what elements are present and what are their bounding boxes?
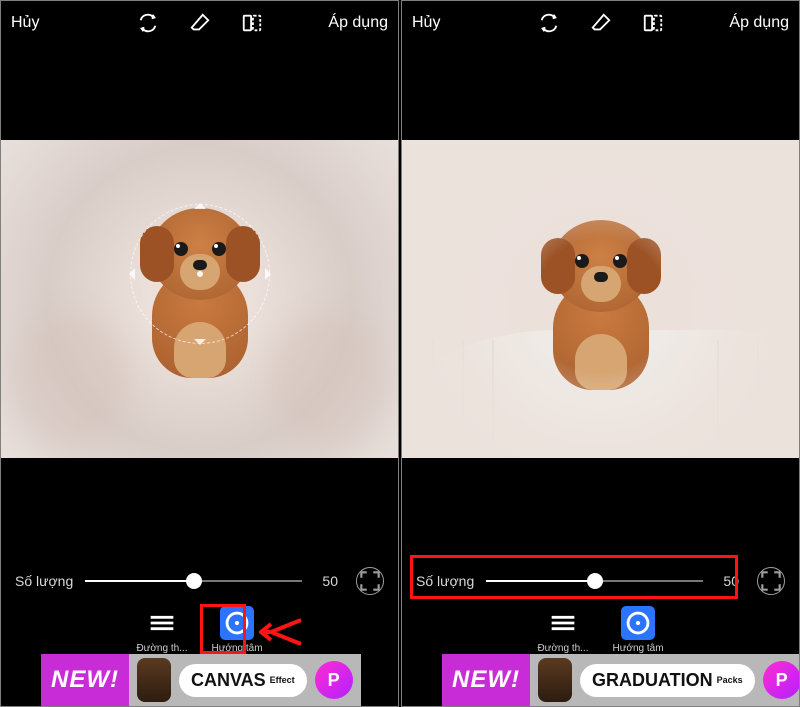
annotation-highlight-tool [200,604,246,654]
compare-icon[interactable] [642,12,664,34]
ad-banner[interactable]: NEW! CANVAS Effect P [41,654,378,706]
linear-blur-tool[interactable]: Đường th... [537,606,588,658]
ad-person-icon [538,658,572,702]
blur-type-toolbar: Đường th... Hướng tâm [402,604,799,658]
radial-vignette [402,140,799,458]
reset-icon[interactable] [137,12,159,34]
cancel-button[interactable]: Hủy [11,14,39,32]
eraser-icon[interactable] [189,12,211,34]
radial-blur-tool[interactable]: Hướng tâm [613,606,664,658]
image-canvas[interactable] [1,140,398,458]
top-bar: Hủy Áp dụng [402,1,799,45]
linear-blur-tool[interactable]: Đường th... [136,606,187,658]
linear-tool-label: Đường th... [537,643,588,654]
amount-slider-row: Số lượng 50 [1,558,398,604]
ad-new-badge: NEW! [442,654,530,706]
radial-tool-label: Hướng tâm [613,643,664,654]
compare-icon[interactable] [241,12,263,34]
screenshot-right: Hủy Áp dụng Số lượng 50 [401,0,800,707]
radial-focus-overlay[interactable] [130,204,270,344]
picsart-logo-icon: P [315,661,353,699]
image-canvas[interactable] [402,140,799,458]
amount-label: Số lượng [15,573,73,589]
ad-title-pill: GRADUATION Packs [580,664,755,697]
eraser-icon[interactable] [590,12,612,34]
ad-title-pill: CANVAS Effect [179,664,307,697]
linear-tool-label: Đường th... [136,643,187,654]
ad-new-badge: NEW! [41,654,129,706]
annotation-arrow-icon [259,614,303,650]
ad-banner[interactable]: NEW! GRADUATION Packs P [442,654,779,706]
reset-icon[interactable] [538,12,560,34]
fullscreen-icon[interactable] [757,567,785,595]
annotation-highlight-slider [410,555,738,599]
apply-button[interactable]: Áp dụng [729,14,789,32]
fullscreen-icon[interactable] [356,567,384,595]
screenshot-left: Hủy Áp dụng Số lượng 50 [0,0,399,707]
top-bar: Hủy Áp dụng [1,1,398,45]
amount-value: 50 [314,573,338,589]
apply-button[interactable]: Áp dụng [328,14,388,32]
ad-person-icon [137,658,171,702]
amount-slider[interactable] [85,571,302,591]
cancel-button[interactable]: Hủy [412,14,440,32]
picsart-logo-icon: P [763,661,800,699]
